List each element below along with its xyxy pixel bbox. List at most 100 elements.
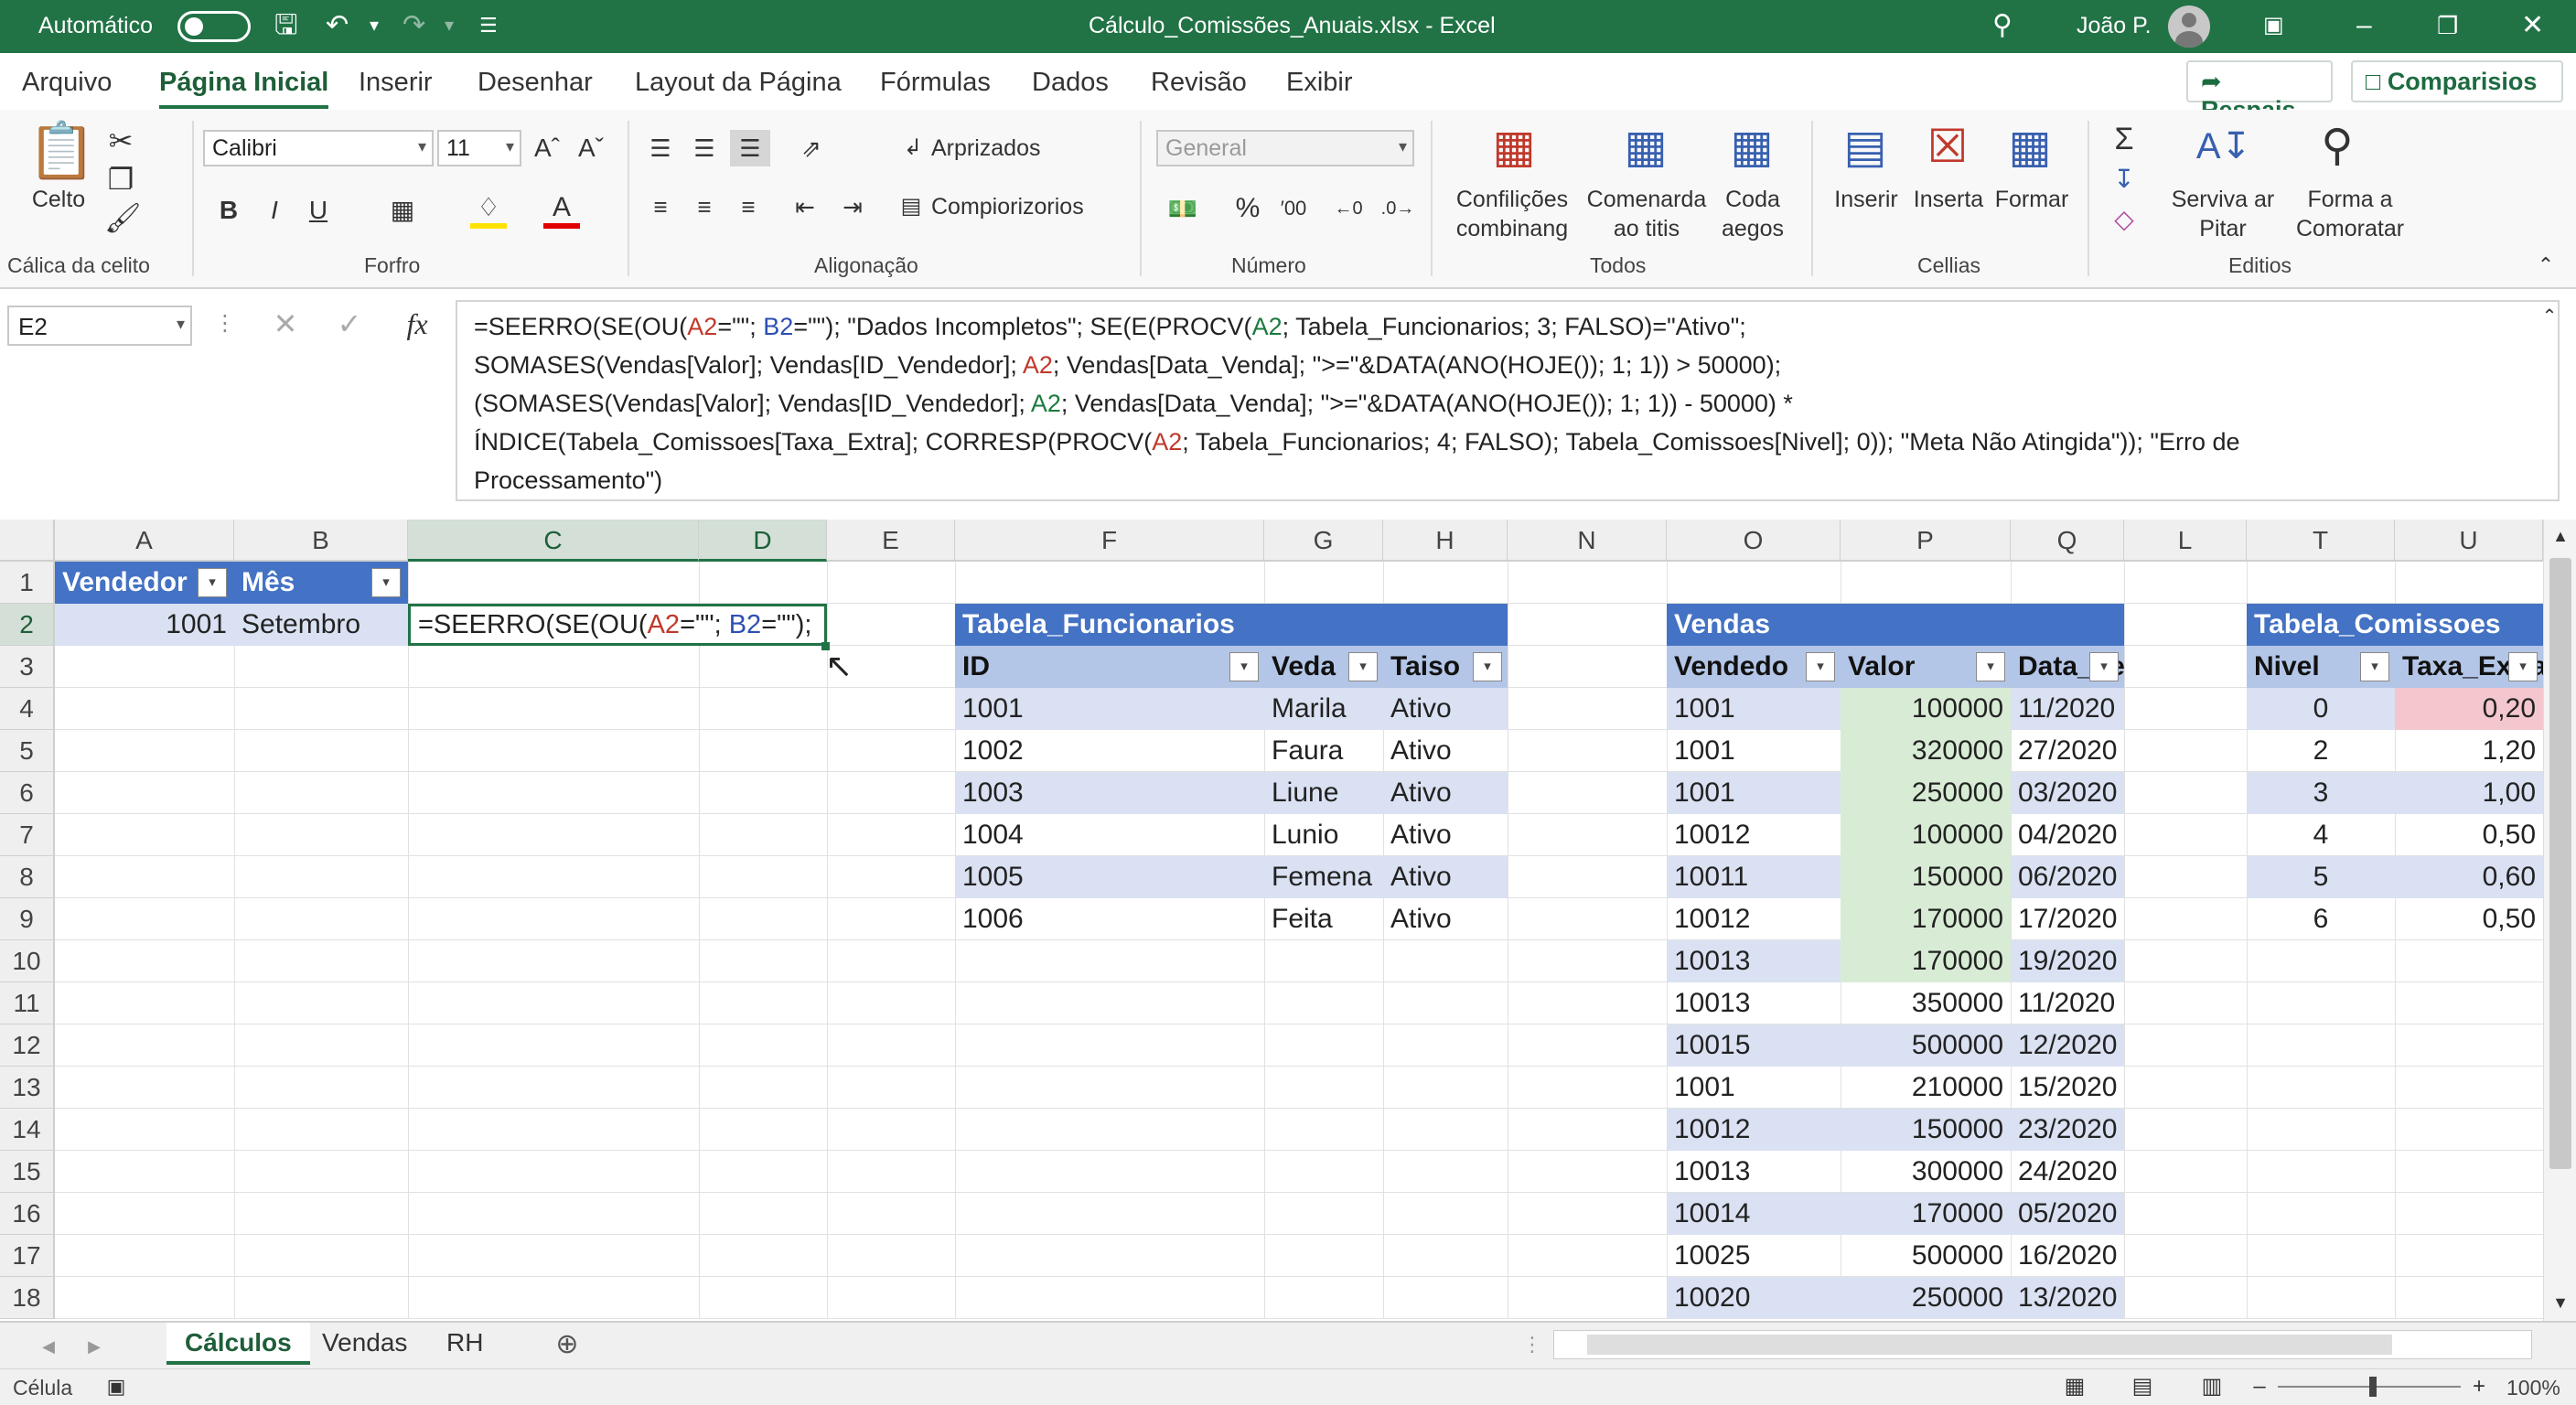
funcionarios-column-header[interactable]: ID: [955, 646, 1264, 688]
row-header-11[interactable]: 11: [0, 982, 55, 1024]
column-header-l[interactable]: L: [2124, 520, 2247, 562]
funcionarios-cell[interactable]: Marila: [1264, 688, 1383, 730]
merge-center-icon[interactable]: ▤: [895, 188, 928, 225]
row-header-4[interactable]: 4: [0, 688, 55, 730]
funcionarios-cell[interactable]: 1006: [955, 898, 1264, 940]
sort-filter-label[interactable]: Serviva ar Pitar: [2168, 185, 2278, 243]
column-header-e[interactable]: E: [827, 520, 955, 562]
align-middle-icon[interactable]: ☰: [688, 130, 721, 166]
row-header-10[interactable]: 10: [0, 940, 55, 982]
align-top-icon[interactable]: ☰: [644, 130, 677, 166]
minimize-icon[interactable]: –: [2356, 9, 2372, 42]
vendas-cell[interactable]: 170000: [1841, 898, 2011, 940]
vendas-cell[interactable]: 150000: [1841, 1109, 2011, 1151]
column-header-q[interactable]: Q: [2011, 520, 2124, 562]
funcionarios-cell[interactable]: Ativo: [1383, 814, 1508, 856]
worksheet-grid[interactable]: A B C D E F G H N O P Q L T U 1 2 3 4 5 6 7 8 9 10 11 12 13 14 15 16 17…: [0, 520, 2543, 1321]
filter-button[interactable]: ▾: [371, 568, 401, 597]
tab-exibir[interactable]: Exibir: [1286, 68, 1353, 98]
zoom-in-icon[interactable]: +: [2468, 1371, 2490, 1402]
row-header-7[interactable]: 7: [0, 814, 55, 856]
horizontal-scroll-thumb[interactable]: [1587, 1335, 2392, 1355]
comissoes-cell[interactable]: 0,50: [2395, 814, 2543, 856]
funcionarios-cell[interactable]: 1004: [955, 814, 1264, 856]
next-sheet-icon[interactable]: ▶: [80, 1328, 108, 1365]
zoom-level[interactable]: 100%: [2506, 1376, 2560, 1400]
vendas-cell[interactable]: 10012: [1667, 1109, 1841, 1151]
filter-button[interactable]: ▾: [198, 568, 227, 597]
column-header-d[interactable]: D: [699, 520, 827, 562]
tab-pagina-inicial[interactable]: Página Inicial: [159, 68, 329, 109]
filter-button[interactable]: ▾: [2089, 652, 2119, 681]
comissoes-cell[interactable]: 3: [2247, 772, 2395, 814]
comissoes-cell[interactable]: 0,20: [2395, 688, 2543, 730]
tab-layout[interactable]: Layout da Página: [635, 68, 842, 98]
filter-button[interactable]: ▾: [1348, 652, 1378, 681]
font-name-select[interactable]: Calibri ▾: [203, 130, 434, 166]
vendas-cell[interactable]: 11/2020: [2011, 688, 2124, 730]
vendas-cell[interactable]: 1001: [1667, 730, 1841, 772]
find-select-label[interactable]: Forma a Comoratar: [2291, 185, 2410, 243]
undo-icon[interactable]: ↶: [326, 9, 349, 42]
column-header-g[interactable]: G: [1264, 520, 1383, 562]
percent-icon[interactable]: %: [1229, 190, 1266, 227]
macro-record-icon[interactable]: ▣: [102, 1371, 130, 1402]
paste-label[interactable]: Celto: [22, 185, 95, 214]
row-header-18[interactable]: 18: [0, 1277, 55, 1319]
row-header-2[interactable]: 2: [0, 604, 55, 646]
vendas-cell[interactable]: 19/2020: [2011, 940, 2124, 982]
funcionarios-cell[interactable]: Faura: [1264, 730, 1383, 772]
insert-cells-icon[interactable]: ▤: [1833, 119, 1897, 174]
user-name[interactable]: João P.: [2077, 13, 2152, 39]
normal-view-icon[interactable]: ▦: [2056, 1371, 2093, 1402]
page-break-view-icon[interactable]: ▥: [2194, 1371, 2230, 1402]
comissoes-cell[interactable]: 5: [2247, 856, 2395, 898]
add-sheet-icon[interactable]: ⊕: [549, 1326, 585, 1363]
wrap-text-icon[interactable]: ↲: [898, 130, 928, 166]
funcionarios-cell[interactable]: Ativo: [1383, 856, 1508, 898]
italic-button[interactable]: I: [258, 192, 291, 229]
decrease-indent-icon[interactable]: ⇤: [789, 188, 821, 225]
fill-icon[interactable]: ↧: [2104, 161, 2144, 198]
vendas-cell[interactable]: 210000: [1841, 1067, 2011, 1109]
row-header-15[interactable]: 15: [0, 1151, 55, 1193]
undo-dropdown-icon[interactable]: ▾: [370, 9, 379, 42]
row-header-3[interactable]: 3: [0, 646, 55, 688]
funcionarios-cell[interactable]: 1002: [955, 730, 1264, 772]
vendas-cell[interactable]: 05/2020: [2011, 1193, 2124, 1235]
sheet-tab-vendas[interactable]: Vendas: [304, 1323, 425, 1365]
cell-a2[interactable]: 1001: [55, 604, 234, 646]
vendas-cell[interactable]: 100000: [1841, 688, 2011, 730]
conditional-format-label[interactable]: Confilições combinang: [1444, 185, 1581, 243]
tab-arquivo[interactable]: Arquivo: [22, 68, 112, 98]
funcionarios-cell[interactable]: Ativo: [1383, 898, 1508, 940]
vendas-cell[interactable]: 100000: [1841, 814, 2011, 856]
vendas-cell[interactable]: 1001: [1667, 772, 1841, 814]
vendas-cell[interactable]: 06/2020: [2011, 856, 2124, 898]
clear-icon[interactable]: ◇: [2104, 201, 2144, 238]
column-header-c[interactable]: C: [408, 520, 699, 562]
filter-button[interactable]: ▾: [1976, 652, 2005, 681]
column-header-t[interactable]: T: [2247, 520, 2395, 562]
tab-desenhar[interactable]: Desenhar: [478, 68, 593, 98]
vendas-cell[interactable]: 17/2020: [2011, 898, 2124, 940]
funcionarios-cell[interactable]: Ativo: [1383, 772, 1508, 814]
underline-button[interactable]: U: [302, 192, 335, 229]
share-button[interactable]: ➦ Respais: [2186, 60, 2333, 123]
sheet-tab-calculos[interactable]: Cálculos: [166, 1323, 310, 1365]
vendas-cell[interactable]: 10014: [1667, 1193, 1841, 1235]
vendas-cell[interactable]: 10013: [1667, 1151, 1841, 1193]
cut-icon[interactable]: ✂: [104, 123, 137, 159]
cell-styles-icon[interactable]: ▦: [1720, 119, 1784, 174]
comissoes-cell[interactable]: 1,00: [2395, 772, 2543, 814]
bold-button[interactable]: B: [212, 192, 245, 229]
cell-styles-label[interactable]: Coda aegos: [1720, 185, 1786, 243]
zoom-slider-handle[interactable]: [2369, 1377, 2377, 1397]
active-cell-editor[interactable]: =SEERRO(SE(OU(A2=""; B2="");: [408, 604, 827, 646]
align-right-icon[interactable]: ≡: [732, 188, 765, 225]
funcionarios-cell[interactable]: Femena: [1264, 856, 1383, 898]
vendas-cell[interactable]: 10012: [1667, 898, 1841, 940]
comissoes-cell[interactable]: 4: [2247, 814, 2395, 856]
row-header-8[interactable]: 8: [0, 856, 55, 898]
funcionarios-cell[interactable]: Liune: [1264, 772, 1383, 814]
